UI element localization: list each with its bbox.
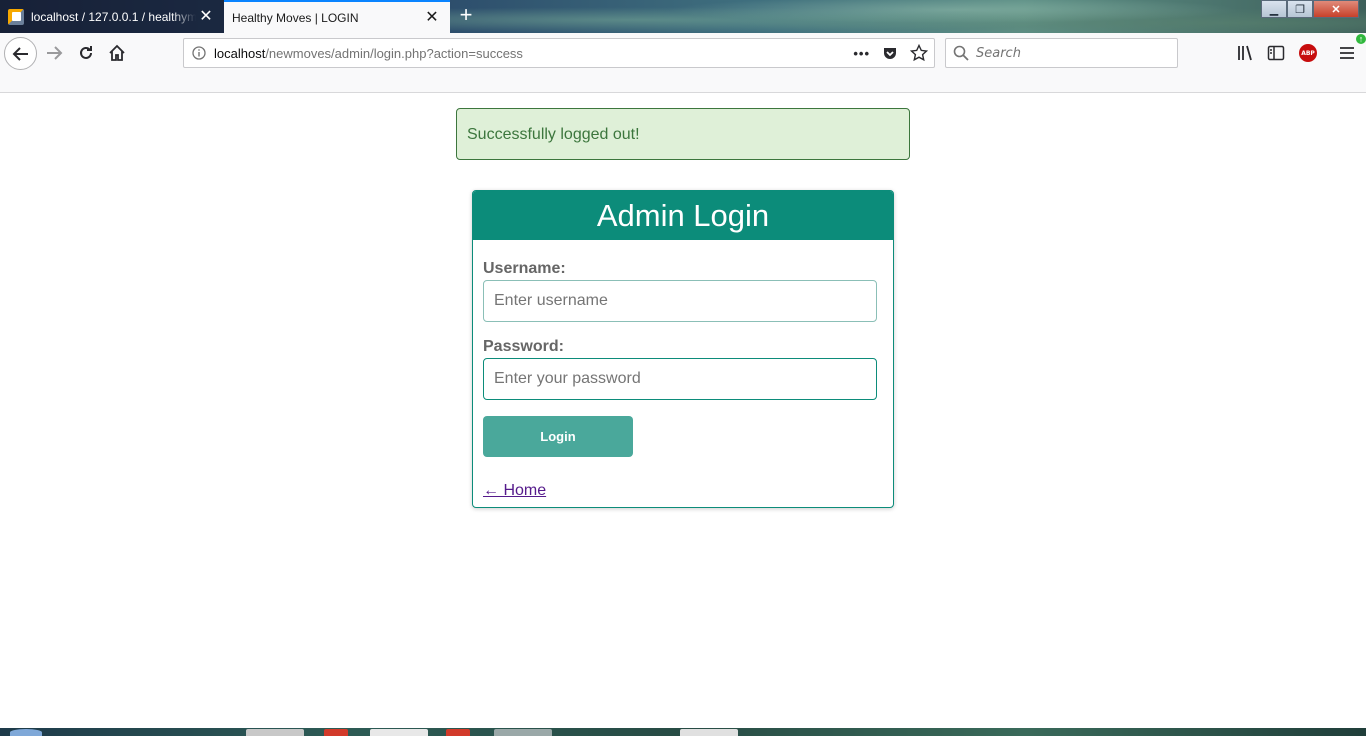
library-button[interactable] — [1230, 39, 1260, 67]
library-icon — [1238, 45, 1252, 61]
taskbar-app-icon[interactable] — [680, 729, 738, 736]
tab-title: Healthy Moves | LOGIN — [232, 10, 359, 25]
login-button[interactable]: Login — [483, 416, 633, 457]
home-link[interactable]: ← Home — [483, 482, 546, 500]
logout-success-alert: Successfully logged out! — [456, 108, 910, 160]
adblock-plus-button[interactable]: ABP — [1293, 39, 1323, 67]
alert-message: Successfully logged out! — [467, 126, 640, 143]
close-tab-icon[interactable]: ✕ — [422, 9, 442, 26]
back-button[interactable] — [4, 37, 37, 70]
forward-button[interactable] — [39, 39, 69, 67]
update-available-icon: ↑ — [1356, 34, 1366, 44]
page-actions-icon[interactable]: ••• — [853, 46, 870, 61]
home-icon — [109, 44, 125, 61]
login-form: Username: Password: Login ← Home — [473, 240, 893, 500]
reload-icon — [80, 46, 92, 59]
home-button[interactable] — [102, 39, 132, 67]
new-tab-plus-icon[interactable]: + — [455, 4, 477, 28]
tab-healthy-moves-login[interactable]: Healthy Moves | LOGIN ✕ — [224, 0, 450, 33]
phpmyadmin-favicon-icon — [8, 8, 24, 25]
url-host: localhost — [214, 45, 266, 61]
login-card-title: Admin Login — [473, 191, 893, 240]
password-input[interactable] — [483, 358, 877, 400]
adblock-plus-icon: ABP — [1299, 44, 1317, 62]
forward-arrow-icon — [47, 46, 63, 60]
sidebar-icon — [1267, 45, 1285, 61]
search-input[interactable] — [976, 45, 1177, 61]
hamburger-menu-icon — [1340, 47, 1354, 59]
tab-strip: localhost / 127.0.0.1 / healthym ✕ Healt… — [0, 0, 1366, 33]
taskbar-app-icon[interactable] — [246, 729, 304, 736]
minimize-window-icon[interactable]: ▁ — [1261, 0, 1287, 18]
sidebar-toggle-button[interactable] — [1261, 39, 1291, 67]
admin-login-card: Admin Login Username: Password: Login ← … — [472, 190, 894, 508]
taskbar-app-icon[interactable] — [494, 729, 552, 736]
start-button-icon[interactable] — [10, 729, 42, 736]
username-label: Username: — [483, 260, 566, 277]
tab-phpmyadmin[interactable]: localhost / 127.0.0.1 / healthym ✕ — [0, 0, 224, 33]
url-text[interactable]: localhost/newmoves/admin/login.php?actio… — [214, 46, 853, 61]
url-path: /newmoves/admin/login.php?action=success — [265, 45, 523, 61]
taskbar-app-icon[interactable] — [324, 729, 348, 736]
search-icon — [946, 45, 976, 61]
window-controls: ▁ ❐ ✕ — [1261, 0, 1359, 18]
os-taskbar — [0, 728, 1366, 736]
address-bar[interactable]: localhost/newmoves/admin/login.php?actio… — [183, 38, 935, 68]
navigation-toolbar: localhost/newmoves/admin/login.php?actio… — [0, 33, 1366, 93]
back-arrow-icon — [12, 46, 28, 61]
bookmark-star-icon[interactable] — [910, 44, 928, 62]
site-info-icon[interactable] — [184, 46, 214, 60]
taskbar-app-icon[interactable] — [446, 729, 470, 736]
search-bar[interactable] — [945, 38, 1178, 68]
open-menu-button[interactable]: ↑ — [1332, 34, 1366, 67]
password-label: Password: — [483, 338, 564, 355]
close-window-icon[interactable]: ✕ — [1313, 0, 1359, 18]
reload-button[interactable] — [71, 39, 101, 67]
restore-window-icon[interactable]: ❐ — [1287, 0, 1313, 18]
username-input[interactable] — [483, 280, 877, 322]
pocket-icon[interactable] — [882, 45, 898, 61]
close-tab-icon[interactable]: ✕ — [196, 8, 216, 25]
tab-title: localhost / 127.0.0.1 / healthym — [31, 9, 196, 24]
taskbar-app-icon[interactable] — [370, 729, 428, 736]
